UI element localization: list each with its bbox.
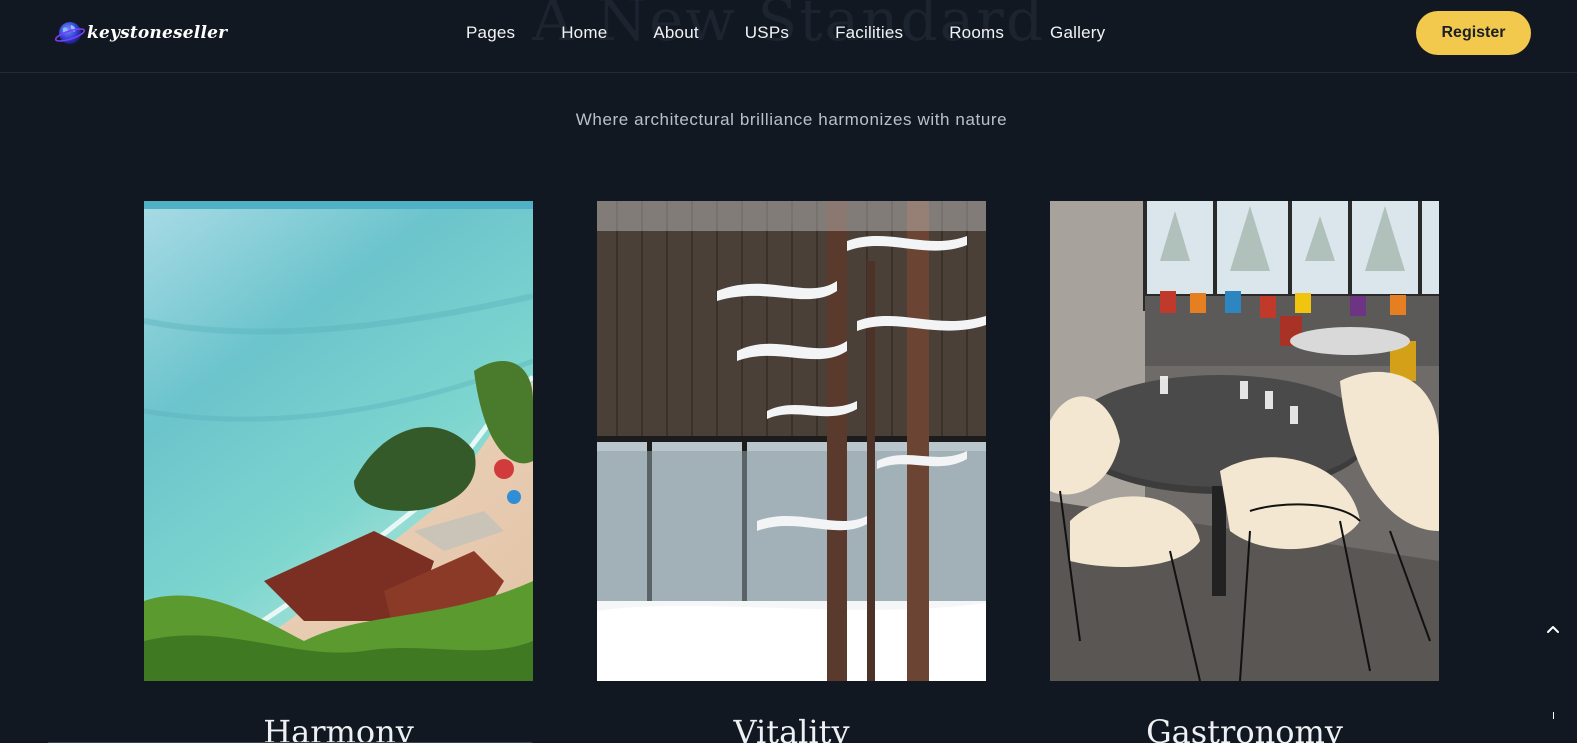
brand-logo[interactable]: keystoneseller: [54, 18, 227, 48]
card-title-vitality: Vitality: [733, 713, 850, 743]
nav-item-gallery[interactable]: Gallery: [1050, 22, 1105, 44]
section-subtitle: Where architectural brilliance harmonize…: [575, 110, 1008, 129]
nav-item-home[interactable]: Home: [561, 22, 607, 44]
nav-item-rooms[interactable]: Rooms: [949, 22, 1004, 44]
snowy-pine-trees-photo[interactable]: [597, 201, 986, 681]
main-nav: Pages Home About USPs Facilities Rooms G…: [466, 22, 1105, 44]
restaurant-dining-room-photo[interactable]: [1050, 201, 1439, 681]
nav-item-pages[interactable]: Pages: [466, 22, 515, 44]
card-title-gastronomy: Gastronomy: [1146, 713, 1343, 743]
globe-icon: [54, 19, 86, 47]
site-header: keystoneseller Pages Home About USPs Fac…: [0, 0, 1577, 73]
scroll-indicator: [1553, 712, 1554, 719]
chevron-up-icon[interactable]: [1541, 617, 1565, 641]
nav-item-about[interactable]: About: [653, 22, 698, 44]
card-title-harmony: Harmony: [263, 713, 414, 743]
nav-item-facilities[interactable]: Facilities: [835, 22, 903, 44]
beach-coastline-photo[interactable]: [144, 201, 533, 681]
brand-name: keystoneseller: [87, 23, 228, 43]
nav-item-usps[interactable]: USPs: [745, 22, 789, 44]
register-button[interactable]: Register: [1416, 11, 1531, 55]
